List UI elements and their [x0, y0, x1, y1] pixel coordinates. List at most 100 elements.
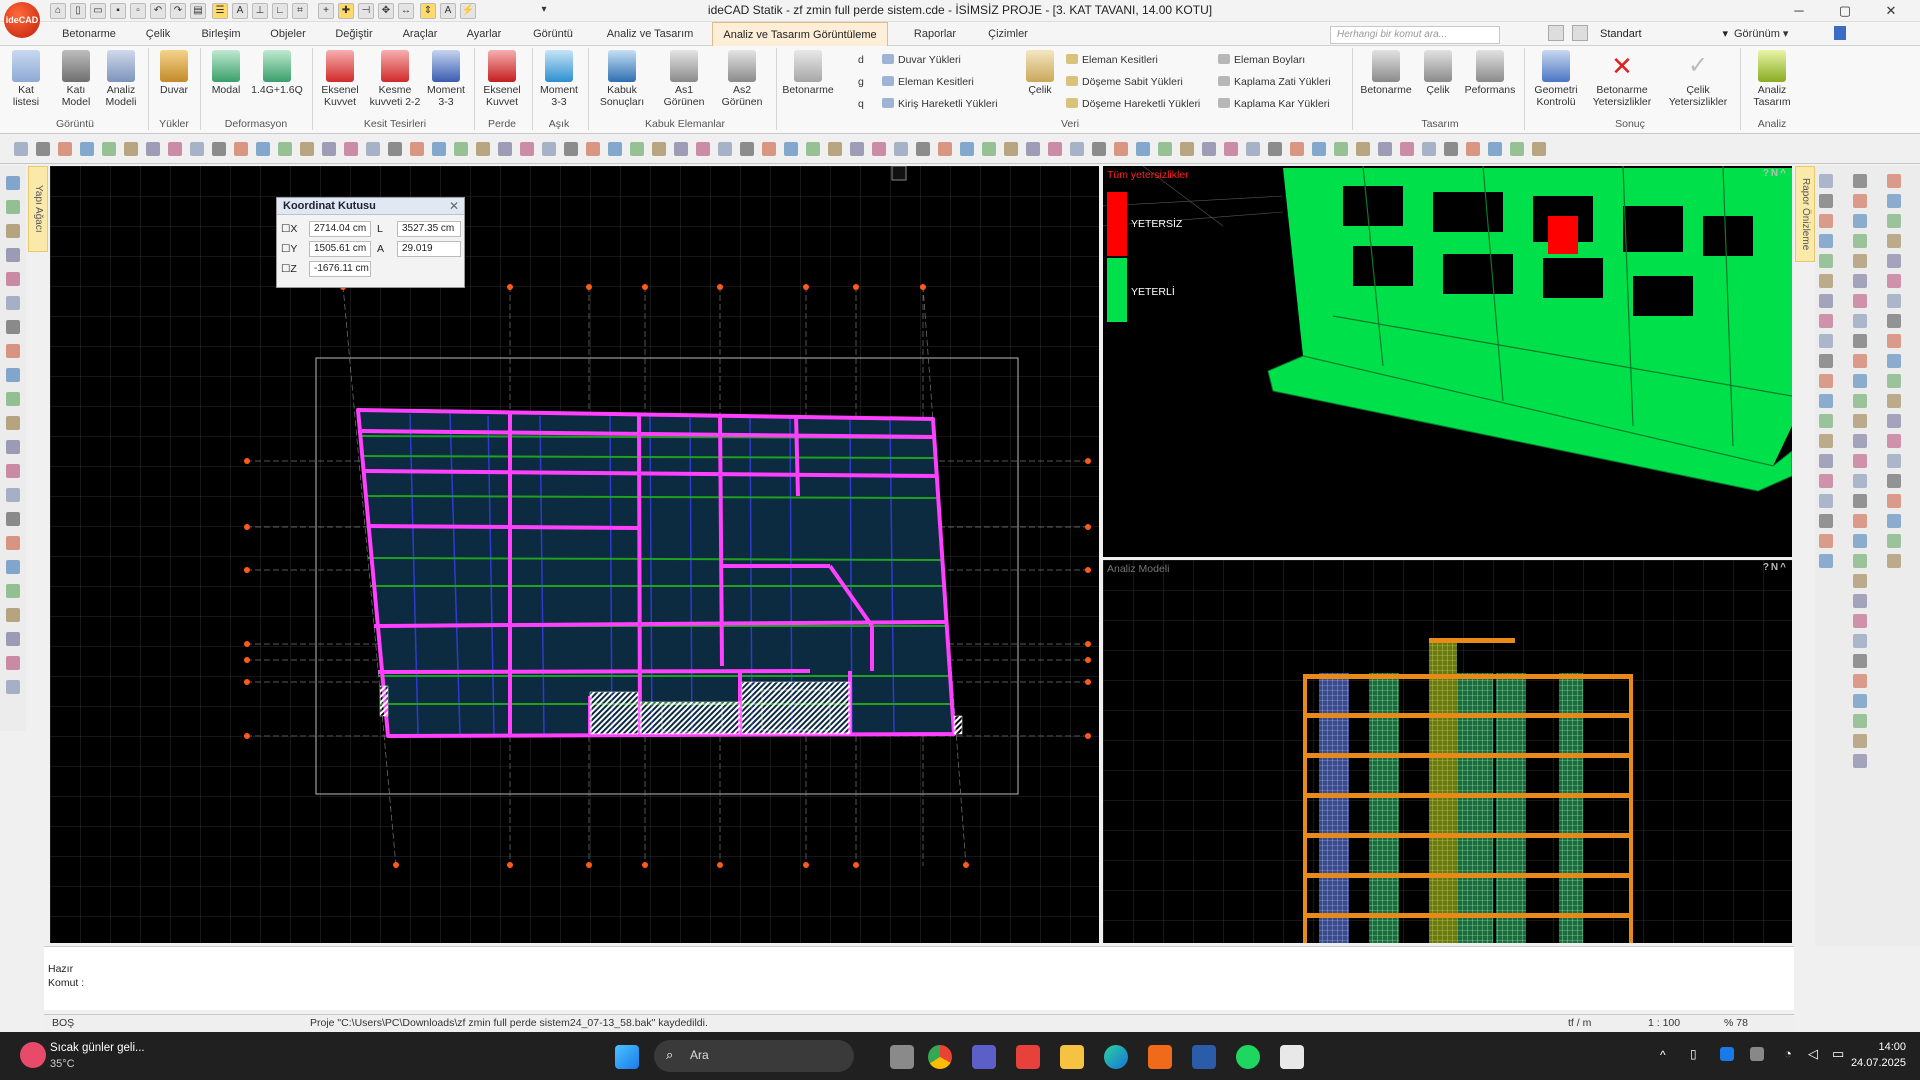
- toolbar-tool-icon[interactable]: [454, 142, 468, 156]
- toolbar-tool-icon[interactable]: [36, 142, 50, 156]
- toolbar-tool-icon[interactable]: [1532, 142, 1546, 156]
- right-tool-icon[interactable]: [1819, 374, 1833, 388]
- right-tool-icon[interactable]: [1853, 294, 1867, 308]
- right-tool-icon[interactable]: [1853, 594, 1867, 608]
- analiz-tasarim-button[interactable]: Analiz Tasarım: [1744, 50, 1800, 108]
- toolbar-tool-icon[interactable]: [146, 142, 160, 156]
- weather-icon[interactable]: [20, 1042, 46, 1068]
- toolbar-tool-icon[interactable]: [234, 142, 248, 156]
- menu-analiz-tasarim[interactable]: Analiz ve Tasarım: [594, 22, 706, 46]
- right-tool-icon[interactable]: [1853, 274, 1867, 288]
- layers-icon[interactable]: ☰: [212, 3, 228, 19]
- doseme-sabit-button[interactable]: Döşeme Sabit Yükleri: [1066, 76, 1183, 88]
- analysis-icon[interactable]: ⚡: [460, 3, 476, 19]
- viewport-controls[interactable]: ?N^: [1763, 168, 1788, 179]
- close-button[interactable]: ✕: [1868, 0, 1914, 22]
- menu-cizimler[interactable]: Çizimler: [976, 22, 1040, 46]
- right-tool-icon[interactable]: [1853, 634, 1867, 648]
- right-tool-icon[interactable]: [1819, 414, 1833, 428]
- toolbar-tool-icon[interactable]: [1378, 142, 1392, 156]
- right-tool-icon[interactable]: [1819, 394, 1833, 408]
- right-tool-icon[interactable]: [1819, 354, 1833, 368]
- right-tool-icon[interactable]: [1853, 314, 1867, 328]
- right-tool-icon[interactable]: [1887, 214, 1901, 228]
- left-tool-icon[interactable]: [6, 368, 20, 382]
- analysis-viewport[interactable]: Analiz Modeli ?N^: [1103, 560, 1792, 943]
- toolbar-tool-icon[interactable]: [1488, 142, 1502, 156]
- toolbar-tool-icon[interactable]: [718, 142, 732, 156]
- right-tool-icon[interactable]: [1853, 694, 1867, 708]
- left-tool-icon[interactable]: [6, 296, 20, 310]
- text-style-icon[interactable]: A: [440, 3, 456, 19]
- toolbar-tool-icon[interactable]: [520, 142, 534, 156]
- left-tool-icon[interactable]: [6, 416, 20, 430]
- right-tool-icon[interactable]: [1853, 674, 1867, 688]
- toolbar-tool-icon[interactable]: [344, 142, 358, 156]
- left-tool-icon[interactable]: [6, 224, 20, 238]
- eleman-kesitleri-button[interactable]: Eleman Kesitleri: [882, 76, 974, 88]
- layer-manager-icon[interactable]: [1572, 25, 1588, 41]
- toolbar-tool-icon[interactable]: [410, 142, 424, 156]
- kabuk-sonuclari-button[interactable]: Kabuk Sonuçları: [594, 50, 650, 108]
- perde-eksenel-button[interactable]: Eksenel Kuvvet: [478, 50, 526, 108]
- moment-button[interactable]: Moment 3-3: [422, 50, 470, 108]
- left-tool-icon[interactable]: [6, 608, 20, 622]
- align-icon[interactable]: ⊣: [358, 3, 374, 19]
- kat-listesi-button[interactable]: Kat listesi: [6, 50, 46, 108]
- right-tool-icon[interactable]: [1853, 454, 1867, 468]
- print-icon[interactable]: [1548, 25, 1564, 41]
- left-tool-icon[interactable]: [6, 680, 20, 694]
- analiz-modeli-button[interactable]: Analiz Modeli: [100, 50, 142, 108]
- snap-point-icon[interactable]: +: [318, 3, 334, 19]
- right-tool-icon[interactable]: [1819, 534, 1833, 548]
- toolbar-tool-icon[interactable]: [212, 142, 226, 156]
- x-checkbox[interactable]: ☐X: [281, 220, 297, 238]
- right-tool-icon[interactable]: [1819, 494, 1833, 508]
- view-menu[interactable]: Görünüm ▾: [1734, 25, 1794, 43]
- left-tool-icon[interactable]: [6, 392, 20, 406]
- toolbar-tool-icon[interactable]: [696, 142, 710, 156]
- right-tool-icon[interactable]: [1887, 534, 1901, 548]
- left-tool-icon[interactable]: [6, 632, 20, 646]
- toolbar-tool-icon[interactable]: [1224, 142, 1238, 156]
- right-tool-icon[interactable]: [1887, 374, 1901, 388]
- toolbar-tool-icon[interactable]: [1004, 142, 1018, 156]
- l-value-field[interactable]: 3527.35 cm: [397, 221, 461, 237]
- left-tool-icon[interactable]: [6, 464, 20, 478]
- right-tool-icon[interactable]: [1819, 454, 1833, 468]
- minimize-button[interactable]: ─: [1776, 0, 1822, 22]
- right-tool-icon[interactable]: [1853, 734, 1867, 748]
- right-tool-icon[interactable]: [1887, 414, 1901, 428]
- menu-birlesim[interactable]: Birleşim: [190, 22, 252, 46]
- toolbar-tool-icon[interactable]: [1422, 142, 1436, 156]
- toolbar-tool-icon[interactable]: [674, 142, 688, 156]
- tray-app-icon[interactable]: [1750, 1047, 1764, 1061]
- left-tool-icon[interactable]: [6, 320, 20, 334]
- right-tool-icon[interactable]: [1853, 474, 1867, 488]
- z-value-field[interactable]: -1676.11 cm: [309, 261, 371, 277]
- teams-icon[interactable]: [972, 1045, 996, 1069]
- right-tool-icon[interactable]: [1887, 454, 1901, 468]
- toolbar-tool-icon[interactable]: [1290, 142, 1304, 156]
- toolbar-tool-icon[interactable]: [1202, 142, 1216, 156]
- duvar-button[interactable]: Duvar: [154, 50, 194, 96]
- structure-tree-tab[interactable]: Yapı Ağacı: [28, 166, 48, 252]
- toolbar-tool-icon[interactable]: [1048, 142, 1062, 156]
- menu-araclar[interactable]: Araçlar: [392, 22, 448, 46]
- right-tool-icon[interactable]: [1887, 274, 1901, 288]
- asik-moment-button[interactable]: Moment 3-3: [536, 50, 582, 108]
- toolbar-tool-icon[interactable]: [1466, 142, 1480, 156]
- right-tool-icon[interactable]: [1887, 194, 1901, 208]
- right-tool-icon[interactable]: [1819, 314, 1833, 328]
- toolbar-tool-icon[interactable]: [1268, 142, 1282, 156]
- menu-objeler[interactable]: Objeler: [260, 22, 316, 46]
- right-tool-icon[interactable]: [1853, 374, 1867, 388]
- right-tool-icon[interactable]: [1887, 234, 1901, 248]
- toolbar-tool-icon[interactable]: [80, 142, 94, 156]
- right-tool-icon[interactable]: [1819, 474, 1833, 488]
- toolbar-tool-icon[interactable]: [1092, 142, 1106, 156]
- betonarme-yetersizlikler-button[interactable]: ✕ Betonarme Yetersizlikler: [1584, 50, 1660, 108]
- z-checkbox[interactable]: ☐Z: [281, 260, 297, 278]
- toolbar-tool-icon[interactable]: [608, 142, 622, 156]
- right-tool-icon[interactable]: [1853, 394, 1867, 408]
